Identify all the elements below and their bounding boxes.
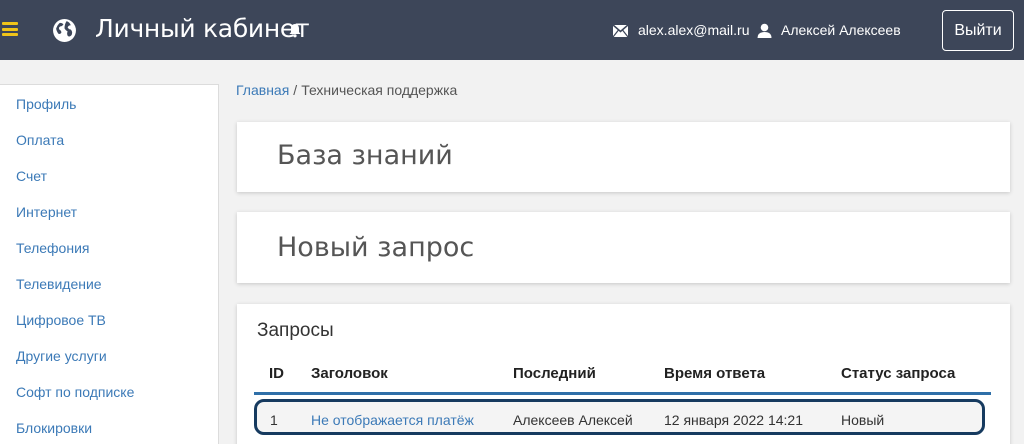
column-header-last: Последний [513,365,596,382]
globe-icon [53,19,76,42]
table-header-divider [254,392,991,395]
cell-status: Новый [841,412,885,428]
mail-icon [613,25,628,37]
requests-panel: Запросы ID Заголовок Последний Время отв… [237,304,1010,444]
cell-response-time: 12 января 2022 14:21 [664,412,804,428]
sidebar-item-blocks[interactable]: Блокировки [16,420,92,436]
breadcrumb: Главная / Техническая поддержка [236,82,457,98]
sidebar-item-profile[interactable]: Профиль [16,96,76,112]
sidebar-item-television[interactable]: Телевидение [16,276,102,292]
breadcrumb-current: Техническая поддержка [301,82,458,98]
sidebar-item-payment[interactable]: Оплата [16,132,64,148]
sidebar-item-software-subscription[interactable]: Софт по подписке [16,384,134,400]
app-title: Личный кабинет [95,14,310,43]
cell-last: Алексеев Алексей [513,412,633,428]
breadcrumb-separator: / [293,82,298,98]
top-header: Личный кабинет alex.alex@mail.ru Алексей… [0,0,1024,60]
column-header-subject: Заголовок [311,365,388,382]
user-name: Алексей Алексеев [781,22,901,38]
column-header-status: Статус запроса [841,365,956,382]
column-header-response-time: Время ответа [664,365,766,382]
menu-icon[interactable] [2,22,18,36]
sidebar-item-telephony[interactable]: Телефония [16,240,89,256]
new-request-panel[interactable]: Новый запрос [237,212,1010,283]
table-row[interactable]: 1 Не отображается платёж Алексеев Алексе… [254,399,985,435]
cell-id: 1 [270,412,278,428]
user-icon [757,23,772,38]
sidebar-item-internet[interactable]: Интернет [16,204,77,220]
sidebar-item-other-services[interactable]: Другие услуги [16,348,107,364]
user-email: alex.alex@mail.ru [638,22,750,38]
breadcrumb-home-link[interactable]: Главная [236,82,289,98]
logout-button[interactable]: Выйти [942,10,1014,51]
column-header-id: ID [269,365,284,382]
sidebar-menu: Профиль Оплата Счет Интернет Телефония Т… [0,84,219,444]
requests-title: Запросы [257,320,334,341]
new-request-title: Новый запрос [277,232,475,263]
sidebar-item-digital-tv[interactable]: Цифровое ТВ [16,312,106,328]
sidebar-item-account[interactable]: Счет [16,168,47,184]
bell-icon[interactable] [288,23,302,38]
cell-subject-link[interactable]: Не отображается платёж [311,412,474,428]
knowledge-base-title: База знаний [277,140,453,171]
knowledge-base-panel[interactable]: База знаний [237,122,1010,192]
